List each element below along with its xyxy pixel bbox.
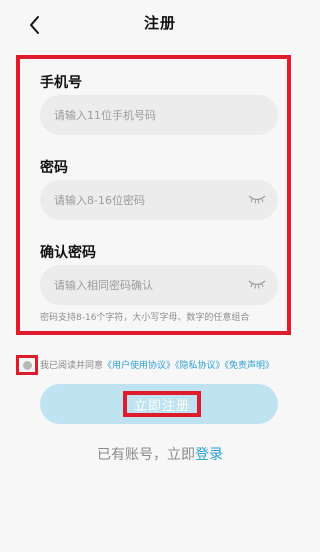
login-link[interactable]: 登录 xyxy=(195,447,223,463)
phone-placeholder: 请输入11位手机号码 xyxy=(54,109,156,122)
agreement-checkbox[interactable] xyxy=(16,355,38,375)
eye-closed-icon[interactable] xyxy=(248,193,266,205)
phone-label: 手机号 xyxy=(40,75,82,91)
login-row: 已有账号，立即登录 xyxy=(0,444,320,464)
eye-closed-icon[interactable] xyxy=(248,278,266,290)
register-button-label: 立即注册 xyxy=(133,398,190,414)
register-screen: 注册 手机号 请输入11位手机号码 密码 请输入8-16位密码 确认密码 请输入… xyxy=(0,0,320,552)
privacy-link[interactable]: 《隐私协议》 xyxy=(175,361,225,371)
agreement-prefix: 我已阅读并同意 xyxy=(40,361,104,371)
confirm-password-placeholder: 请输入相同密码确认 xyxy=(54,279,153,292)
page-title: 注册 xyxy=(143,14,176,32)
agreement-row: 我已阅读并同意《用户使用协议》《隐私协议》《免责声明》 xyxy=(14,355,320,375)
checkbox-dot xyxy=(22,360,32,370)
password-placeholder: 请输入8-16位密码 xyxy=(54,194,145,207)
register-label-highlight: 立即注册 xyxy=(123,391,201,417)
password-label: 密码 xyxy=(40,160,68,176)
disclaimer-link[interactable]: 《免责声明》 xyxy=(225,361,275,371)
agreement-text: 我已阅读并同意《用户使用协议》《隐私协议》《免责声明》 xyxy=(40,358,274,371)
login-prefix: 已有账号，立即 xyxy=(97,447,195,463)
confirm-password-input[interactable]: 请输入相同密码确认 xyxy=(40,265,278,305)
password-input[interactable]: 请输入8-16位密码 xyxy=(40,180,278,220)
user-agreement-link[interactable]: 《用户使用协议》 xyxy=(103,361,175,371)
confirm-password-label: 确认密码 xyxy=(40,245,96,261)
password-hint: 密码支持8-16个字符，大小写字母、数字的任意组合 xyxy=(40,313,250,323)
header: 注册 xyxy=(0,0,320,48)
phone-input[interactable]: 请输入11位手机号码 xyxy=(40,95,278,135)
